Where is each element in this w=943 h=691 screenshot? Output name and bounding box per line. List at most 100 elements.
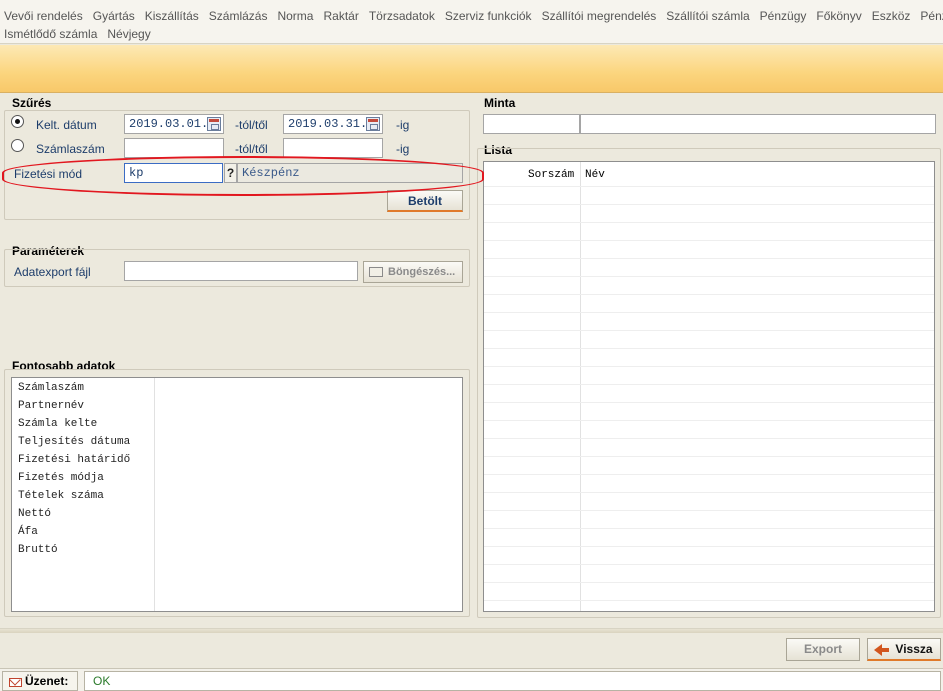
header-banner [0, 45, 943, 93]
list-item[interactable]: Teljesítés dátuma [18, 436, 130, 448]
list-item[interactable]: Számlaszám [18, 382, 84, 394]
date-to-value: 2019.03.31. [288, 117, 368, 131]
table-row-line [484, 204, 934, 205]
menu-item[interactable]: Eszköz [868, 7, 917, 25]
table-row-line [484, 258, 934, 259]
list-column-separator [580, 162, 581, 611]
table-row-line [484, 546, 934, 547]
table-row-line [484, 528, 934, 529]
ig-label-2: -ig [396, 142, 410, 156]
list-item[interactable]: Tételek száma [18, 490, 104, 502]
list-item[interactable]: Partnernév [18, 400, 84, 412]
menu-item[interactable]: Számlázás [205, 7, 274, 25]
menu-item[interactable]: Vevői rendelés [0, 7, 89, 25]
table-row-line [484, 312, 934, 313]
table-row-line [484, 420, 934, 421]
radio-kelt-datum[interactable] [11, 115, 24, 128]
table-row-line [484, 582, 934, 583]
menu-item[interactable]: Névjegy [103, 25, 156, 43]
calendar-icon[interactable] [207, 117, 221, 131]
table-row-line [484, 348, 934, 349]
menu-bar: Vevői rendelés Gyártás Kiszállítás Számlázá… [0, 0, 943, 44]
table-row-line [484, 456, 934, 457]
table-row-line [484, 330, 934, 331]
minta-field-2[interactable] [580, 114, 936, 134]
envelope-icon [9, 678, 22, 687]
table-row-line [484, 294, 934, 295]
list-item[interactable]: Fizetés módja [18, 472, 104, 484]
back-button[interactable]: Vissza [867, 638, 941, 661]
footer-bar: Export Vissza [0, 628, 943, 668]
radio-szamlaszam[interactable] [11, 139, 24, 152]
status-label-box: Üzenet: [2, 671, 78, 691]
list-item[interactable]: Áfa [18, 526, 38, 538]
column-header-nev[interactable]: Név [585, 169, 605, 181]
filter-title: Szűrés [12, 96, 52, 110]
list-item[interactable]: Nettó [18, 508, 51, 520]
important-fields-list[interactable]: Számlaszám Partnernév Számla kelte Teljesít… [11, 377, 463, 612]
status-bar: Üzenet: OK [0, 668, 943, 691]
szamlaszam-from-input[interactable] [124, 138, 224, 158]
menu-item[interactable]: Gyártás [89, 7, 141, 25]
column-header-sorszam[interactable]: Sorszám [528, 169, 574, 181]
status-message: OK [84, 671, 941, 691]
list-item[interactable]: Bruttó [18, 544, 58, 556]
export-file-input[interactable] [124, 261, 358, 281]
menu-item[interactable]: Ismétlődő számla [0, 25, 103, 43]
lista-table[interactable]: Sorszám Név [483, 161, 935, 612]
list-item[interactable]: Fizetési határidő [18, 454, 130, 466]
kelt-datum-label: Kelt. dátum [36, 118, 97, 132]
table-row-line [484, 402, 934, 403]
menu-item[interactable]: Kiszállítás [141, 7, 205, 25]
menu-row-2: Ismétlődő számla Névjegy [0, 25, 157, 43]
szamlaszam-label: Számlaszám [36, 142, 105, 156]
minta-title: Minta [484, 96, 516, 110]
tol-label-1: -tól/től [235, 118, 268, 132]
date-to-field[interactable]: 2019.03.31. [283, 114, 383, 134]
list-item[interactable]: Számla kelte [18, 418, 97, 430]
fizetesi-mod-name-field: Készpénz [237, 163, 463, 183]
menu-item[interactable]: Főkönyv [812, 7, 867, 25]
back-button-label: Vissza [895, 642, 933, 656]
table-row-line [484, 474, 934, 475]
date-from-field[interactable]: 2019.03.01. [124, 114, 224, 134]
table-row-line [484, 492, 934, 493]
minta-field-1[interactable] [483, 114, 580, 134]
table-row-line [484, 276, 934, 277]
menu-item[interactable]: Szerviz funkciók [441, 7, 538, 25]
folder-icon [369, 267, 383, 277]
browse-button-label: Böngészés... [388, 266, 456, 278]
back-arrow-shaft [881, 648, 889, 652]
date-from-value: 2019.03.01. [129, 117, 209, 131]
table-row-line [484, 564, 934, 565]
table-row-line [484, 222, 934, 223]
table-row-line [484, 186, 934, 187]
calendar-icon[interactable] [366, 117, 380, 131]
menu-item[interactable]: Pénzügy [756, 7, 813, 25]
table-row-line [484, 510, 934, 511]
menu-item[interactable]: Norma [273, 7, 319, 25]
list-column-separator [154, 378, 155, 611]
menu-item[interactable]: Szállítói számla [662, 7, 755, 25]
table-row-line [484, 438, 934, 439]
lookup-button[interactable]: ? [224, 163, 237, 183]
load-button[interactable]: Betölt [387, 190, 463, 212]
export-file-label: Adatexport fájl [14, 265, 91, 279]
fizetesi-mod-code-input[interactable]: kp [124, 163, 223, 183]
ig-label-1: -ig [396, 118, 410, 132]
tol-label-2: -tól/től [235, 142, 268, 156]
footer-separator [0, 629, 943, 633]
menu-item[interactable]: Törzsadatok [365, 7, 441, 25]
table-row-line [484, 600, 934, 601]
fizetesi-mod-label: Fizetési mód [14, 167, 83, 181]
table-row-line [484, 366, 934, 367]
menu-item[interactable]: Szállítói megrendelés [538, 7, 663, 25]
main-content: Szűrés Kelt. dátum 2019.03.01. -tól/től … [0, 93, 943, 628]
menu-item[interactable]: Raktár [319, 7, 364, 25]
browse-button[interactable]: Böngészés... [363, 261, 463, 283]
export-button[interactable]: Export [786, 638, 860, 661]
menu-item[interactable]: Pénztár [916, 7, 943, 25]
szamlaszam-to-input[interactable] [283, 138, 383, 158]
table-row-line [484, 384, 934, 385]
menu-row-1: Vevői rendelés Gyártás Kiszállítás Számlázá… [0, 7, 943, 25]
